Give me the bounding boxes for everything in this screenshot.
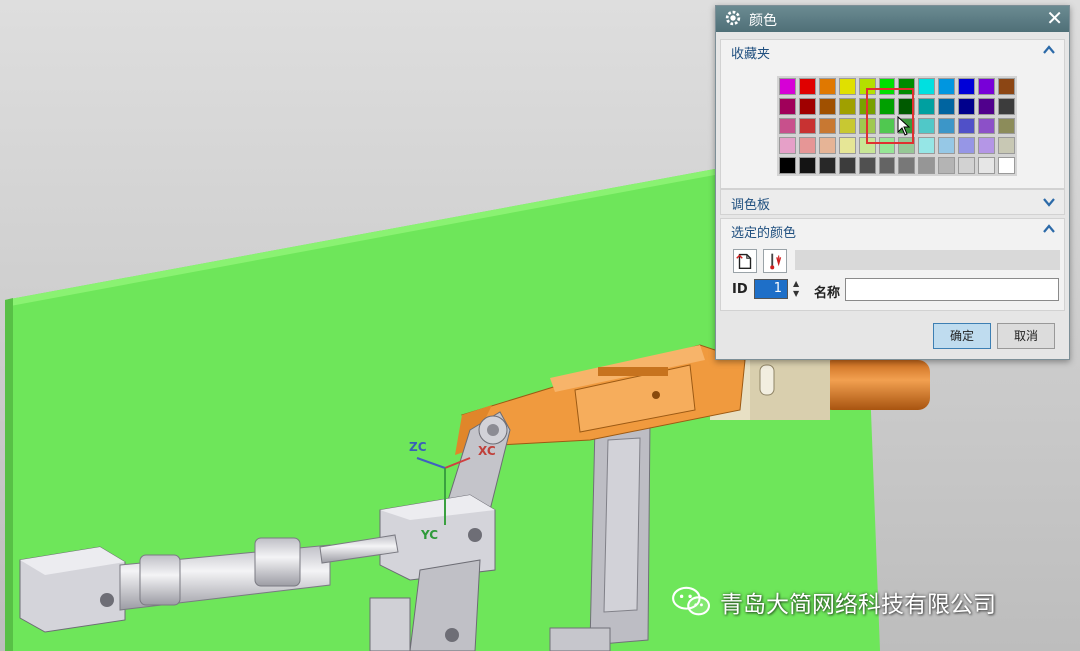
color-swatch[interactable]	[898, 97, 916, 115]
color-swatch[interactable]	[978, 157, 996, 174]
cancel-button[interactable]: 取消	[997, 323, 1055, 349]
favorites-header[interactable]: 收藏夹	[721, 40, 1064, 64]
color-swatch[interactable]	[878, 117, 896, 135]
selected-color-preview	[795, 250, 1060, 270]
color-swatch[interactable]	[818, 97, 836, 115]
color-swatch[interactable]	[998, 137, 1015, 155]
color-swatch[interactable]	[978, 117, 996, 135]
color-swatch[interactable]	[918, 97, 936, 115]
color-dialog: 颜色 ✕ 收藏夹 调色板 选定的颜色 ID 1 ▲ ▼ 名称 确定 取消	[715, 5, 1070, 360]
ok-button[interactable]: 确定	[933, 323, 991, 349]
color-swatch[interactable]	[918, 137, 936, 155]
color-swatch[interactable]	[938, 157, 956, 174]
color-swatch[interactable]	[938, 97, 956, 115]
color-swatch[interactable]	[818, 157, 836, 174]
axis-xc-label: XC	[478, 444, 496, 458]
color-swatch[interactable]	[818, 78, 836, 95]
color-swatch[interactable]	[798, 157, 816, 174]
wechat-icon	[672, 586, 711, 616]
color-swatch[interactable]	[978, 97, 996, 115]
color-swatch[interactable]	[998, 97, 1015, 115]
color-swatch[interactable]	[779, 117, 796, 135]
color-swatch[interactable]	[998, 78, 1015, 95]
color-swatch[interactable]	[838, 97, 856, 115]
color-swatch[interactable]	[878, 137, 896, 155]
watermark: 青岛大简网络科技有限公司	[670, 585, 996, 619]
palette-header[interactable]: 调色板	[720, 189, 1065, 215]
color-swatch[interactable]	[998, 117, 1015, 135]
color-swatch[interactable]	[978, 137, 996, 155]
color-swatch[interactable]	[838, 117, 856, 135]
color-swatch[interactable]	[779, 157, 796, 174]
inherit-color-button[interactable]	[763, 249, 787, 273]
color-swatch[interactable]	[898, 157, 916, 174]
color-swatch[interactable]	[798, 117, 816, 135]
spin-down-icon[interactable]: ▼	[793, 289, 803, 299]
new-color-button[interactable]	[733, 249, 757, 273]
new-page-icon	[736, 253, 752, 270]
selected-color-label: 选定的颜色	[731, 226, 797, 241]
color-swatch[interactable]	[958, 137, 976, 155]
color-swatch[interactable]	[998, 157, 1015, 174]
spin-up-icon[interactable]: ▲	[793, 279, 803, 289]
eyedropper-icon	[770, 253, 782, 270]
selected-color-panel: 选定的颜色 ID 1 ▲ ▼ 名称	[720, 218, 1065, 311]
gear-icon	[725, 10, 741, 26]
dialog-title-bar[interactable]: 颜色 ✕	[716, 6, 1069, 32]
color-swatch[interactable]	[858, 97, 876, 115]
color-swatch[interactable]	[958, 117, 976, 135]
color-swatch[interactable]	[918, 78, 936, 95]
color-swatch[interactable]	[838, 137, 856, 155]
color-swatch[interactable]	[858, 117, 876, 135]
color-swatch[interactable]	[779, 97, 796, 115]
selected-color-header[interactable]: 选定的颜色	[721, 219, 1064, 243]
color-swatch[interactable]	[958, 78, 976, 95]
dialog-title: 颜色	[749, 13, 777, 29]
name-label: 名称	[814, 286, 841, 301]
color-swatch[interactable]	[958, 157, 976, 174]
axis-yc-label: YC	[421, 528, 439, 542]
watermark-text: 青岛大简网络科技有限公司	[720, 592, 996, 618]
color-swatch[interactable]	[779, 78, 796, 95]
favorites-label: 收藏夹	[731, 47, 771, 62]
color-swatch[interactable]	[898, 78, 916, 95]
color-swatch[interactable]	[798, 78, 816, 95]
color-swatch[interactable]	[798, 97, 816, 115]
color-swatch[interactable]	[858, 137, 876, 155]
chevron-up-icon[interactable]	[1042, 222, 1056, 236]
chevron-up-icon[interactable]	[1042, 43, 1056, 57]
color-swatch[interactable]	[878, 97, 896, 115]
color-swatch[interactable]	[938, 137, 956, 155]
name-input[interactable]	[845, 278, 1059, 301]
color-swatch[interactable]	[878, 157, 896, 174]
color-swatch[interactable]	[818, 117, 836, 135]
color-swatch[interactable]	[918, 117, 936, 135]
palette-label: 调色板	[731, 198, 771, 213]
color-swatch[interactable]	[918, 157, 936, 174]
favorites-panel: 收藏夹	[720, 39, 1065, 189]
color-swatch[interactable]	[798, 137, 816, 155]
color-swatch[interactable]	[898, 137, 916, 155]
color-swatch[interactable]	[958, 97, 976, 115]
axis-zc-label: ZC	[409, 440, 427, 454]
color-swatch[interactable]	[818, 137, 836, 155]
id-label: ID	[732, 282, 748, 297]
color-swatch[interactable]	[858, 157, 876, 174]
id-input[interactable]: 1	[754, 279, 788, 299]
color-swatch[interactable]	[898, 117, 916, 135]
color-swatch[interactable]	[838, 78, 856, 95]
color-swatch[interactable]	[878, 78, 896, 95]
color-swatch[interactable]	[938, 78, 956, 95]
close-icon[interactable]: ✕	[1046, 7, 1063, 29]
color-swatch[interactable]	[838, 157, 856, 174]
color-swatch[interactable]	[978, 78, 996, 95]
id-spinner[interactable]: ▲ ▼	[793, 279, 803, 299]
color-swatch-grid	[777, 76, 1017, 176]
color-swatch[interactable]	[938, 117, 956, 135]
color-swatch[interactable]	[858, 78, 876, 95]
chevron-down-icon[interactable]	[1042, 195, 1056, 209]
color-swatch[interactable]	[779, 137, 796, 155]
